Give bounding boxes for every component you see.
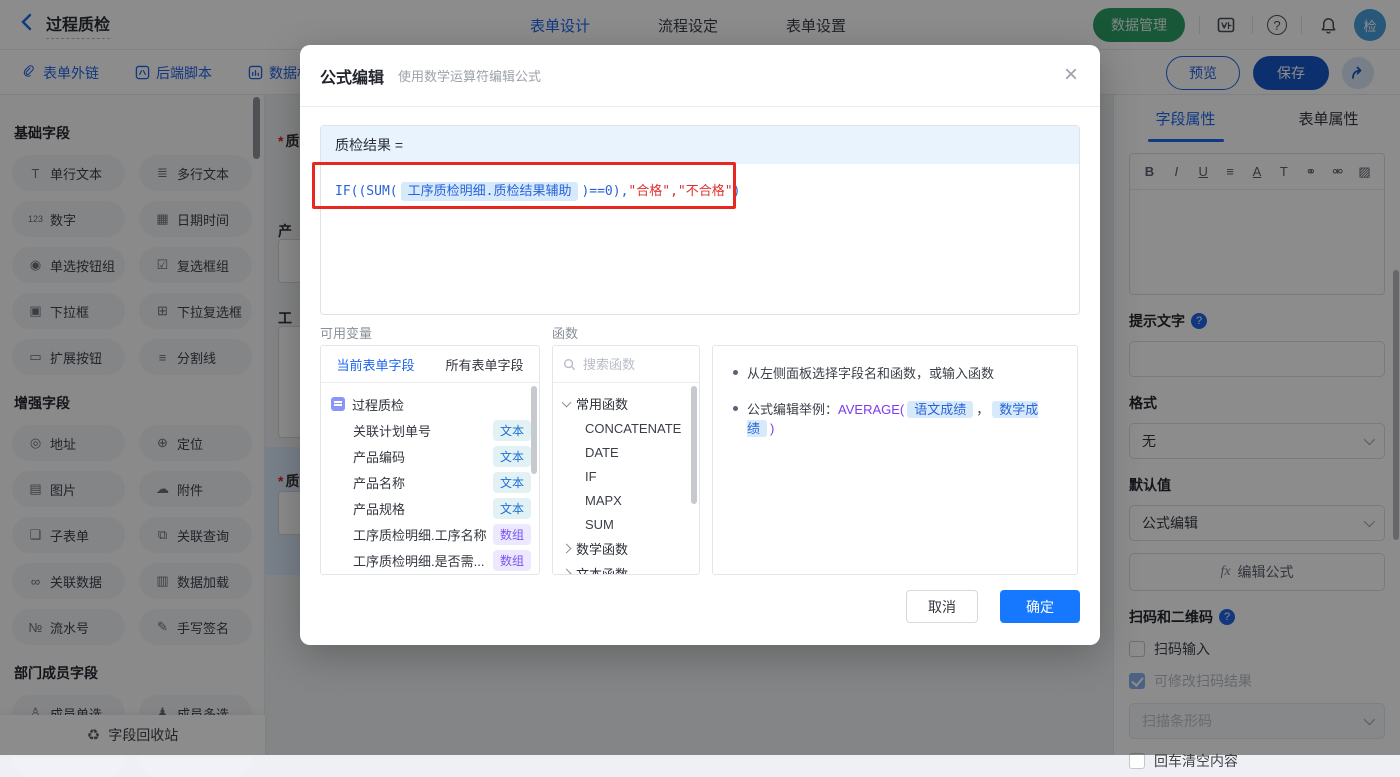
variable-row[interactable]: 关联计划单号文本: [331, 417, 531, 443]
close-icon[interactable]: ×: [1064, 63, 1078, 87]
function-item[interactable]: IF: [563, 464, 699, 488]
function-group-math[interactable]: 数学函数: [563, 536, 699, 561]
formula-target: 质检结果 =: [321, 126, 1079, 164]
formula-editor-area[interactable]: 质检结果 = IF((SUM(工序质检明细.质检结果辅助)==0),"合格","…: [320, 125, 1080, 315]
variable-row[interactable]: 工序质检明细.工序名称数组: [331, 521, 531, 547]
type-badge-text: 文本: [493, 472, 531, 493]
type-badge-text: 文本: [493, 420, 531, 441]
function-item[interactable]: DATE: [563, 440, 699, 464]
modal-title: 公式编辑: [320, 64, 384, 88]
checkbox-unchecked-icon[interactable]: [1129, 753, 1145, 769]
tab-all-form-fields[interactable]: 所有表单字段: [430, 346, 539, 382]
functions-panel: 常用函数 CONCATENATE DATE IF MAPX SUM 数学函数 文…: [552, 345, 700, 575]
variable-row[interactable]: 工序质检明细.是否需...数组: [331, 547, 531, 573]
type-badge-text: 文本: [493, 498, 531, 519]
formula-code: )==0),: [581, 184, 628, 199]
bullet-icon: [733, 406, 738, 411]
type-badge-text: 文本: [493, 446, 531, 467]
formula-string: "合格","不合格": [628, 184, 732, 199]
help-panel: 从左侧面板选择字段名和函数，或输入函数 公式编辑举例：AVERAGE(语文成绩，…: [712, 345, 1078, 575]
chevron-expanded-icon: [562, 397, 572, 407]
example-function-close: ): [770, 421, 774, 436]
function-group-text[interactable]: 文本函数: [563, 561, 699, 575]
function-item[interactable]: CONCATENATE: [563, 416, 699, 440]
chevron-collapsed-icon: [562, 544, 572, 554]
example-function: AVERAGE(: [838, 402, 904, 417]
formula-code: IF((SUM(: [335, 184, 398, 199]
bullet-icon: [733, 370, 738, 375]
formula-editor-modal: 公式编辑 使用数学运算符编辑公式 × 质检结果 = IF((SUM(工序质检明细…: [300, 45, 1100, 645]
variables-scrollbar[interactable]: [531, 386, 537, 474]
type-badge-array: 数组: [493, 524, 531, 545]
functions-section-label: 函数: [552, 323, 578, 342]
function-item[interactable]: MAPX: [563, 488, 699, 512]
function-search[interactable]: [553, 346, 699, 383]
example-field-chip: 语文成绩: [907, 401, 973, 418]
function-search-input[interactable]: [583, 357, 683, 372]
search-icon: [563, 358, 576, 371]
formula-field-chip[interactable]: 工序质检明细.质检结果辅助: [401, 182, 579, 201]
variable-row[interactable]: 产品规格文本: [331, 495, 531, 521]
document-icon: [331, 397, 345, 411]
confirm-button[interactable]: 确定: [1000, 590, 1080, 623]
variable-row[interactable]: 产品编码文本: [331, 443, 531, 469]
variables-tree-root[interactable]: 过程质检: [331, 391, 531, 417]
root-form-name: 过程质检: [352, 395, 404, 414]
functions-scrollbar[interactable]: [691, 386, 697, 504]
function-group-common[interactable]: 常用函数: [563, 391, 699, 416]
type-badge-array: 数组: [493, 550, 531, 571]
cancel-button[interactable]: 取消: [906, 590, 978, 623]
tab-current-form-fields[interactable]: 当前表单字段: [321, 346, 430, 382]
formula-code: ): [733, 184, 741, 199]
variable-row[interactable]: 产品名称文本: [331, 469, 531, 495]
help-tip-2: 公式编辑举例：AVERAGE(语文成绩，数学成绩): [733, 400, 1059, 439]
help-tip-1: 从左侧面板选择字段名和函数，或输入函数: [733, 364, 1059, 384]
chevron-collapsed-icon: [562, 569, 572, 575]
formula-expression[interactable]: IF((SUM(工序质检明细.质检结果辅助)==0),"合格","不合格"): [321, 164, 1079, 215]
function-item[interactable]: SUM: [563, 512, 699, 536]
variables-section-label: 可用变量: [320, 323, 372, 342]
variables-panel: 当前表单字段 所有表单字段 过程质检 关联计划单号文本 产品编码文本 产品名称文…: [320, 345, 540, 575]
modal-subtitle: 使用数学运算符编辑公式: [398, 66, 541, 85]
